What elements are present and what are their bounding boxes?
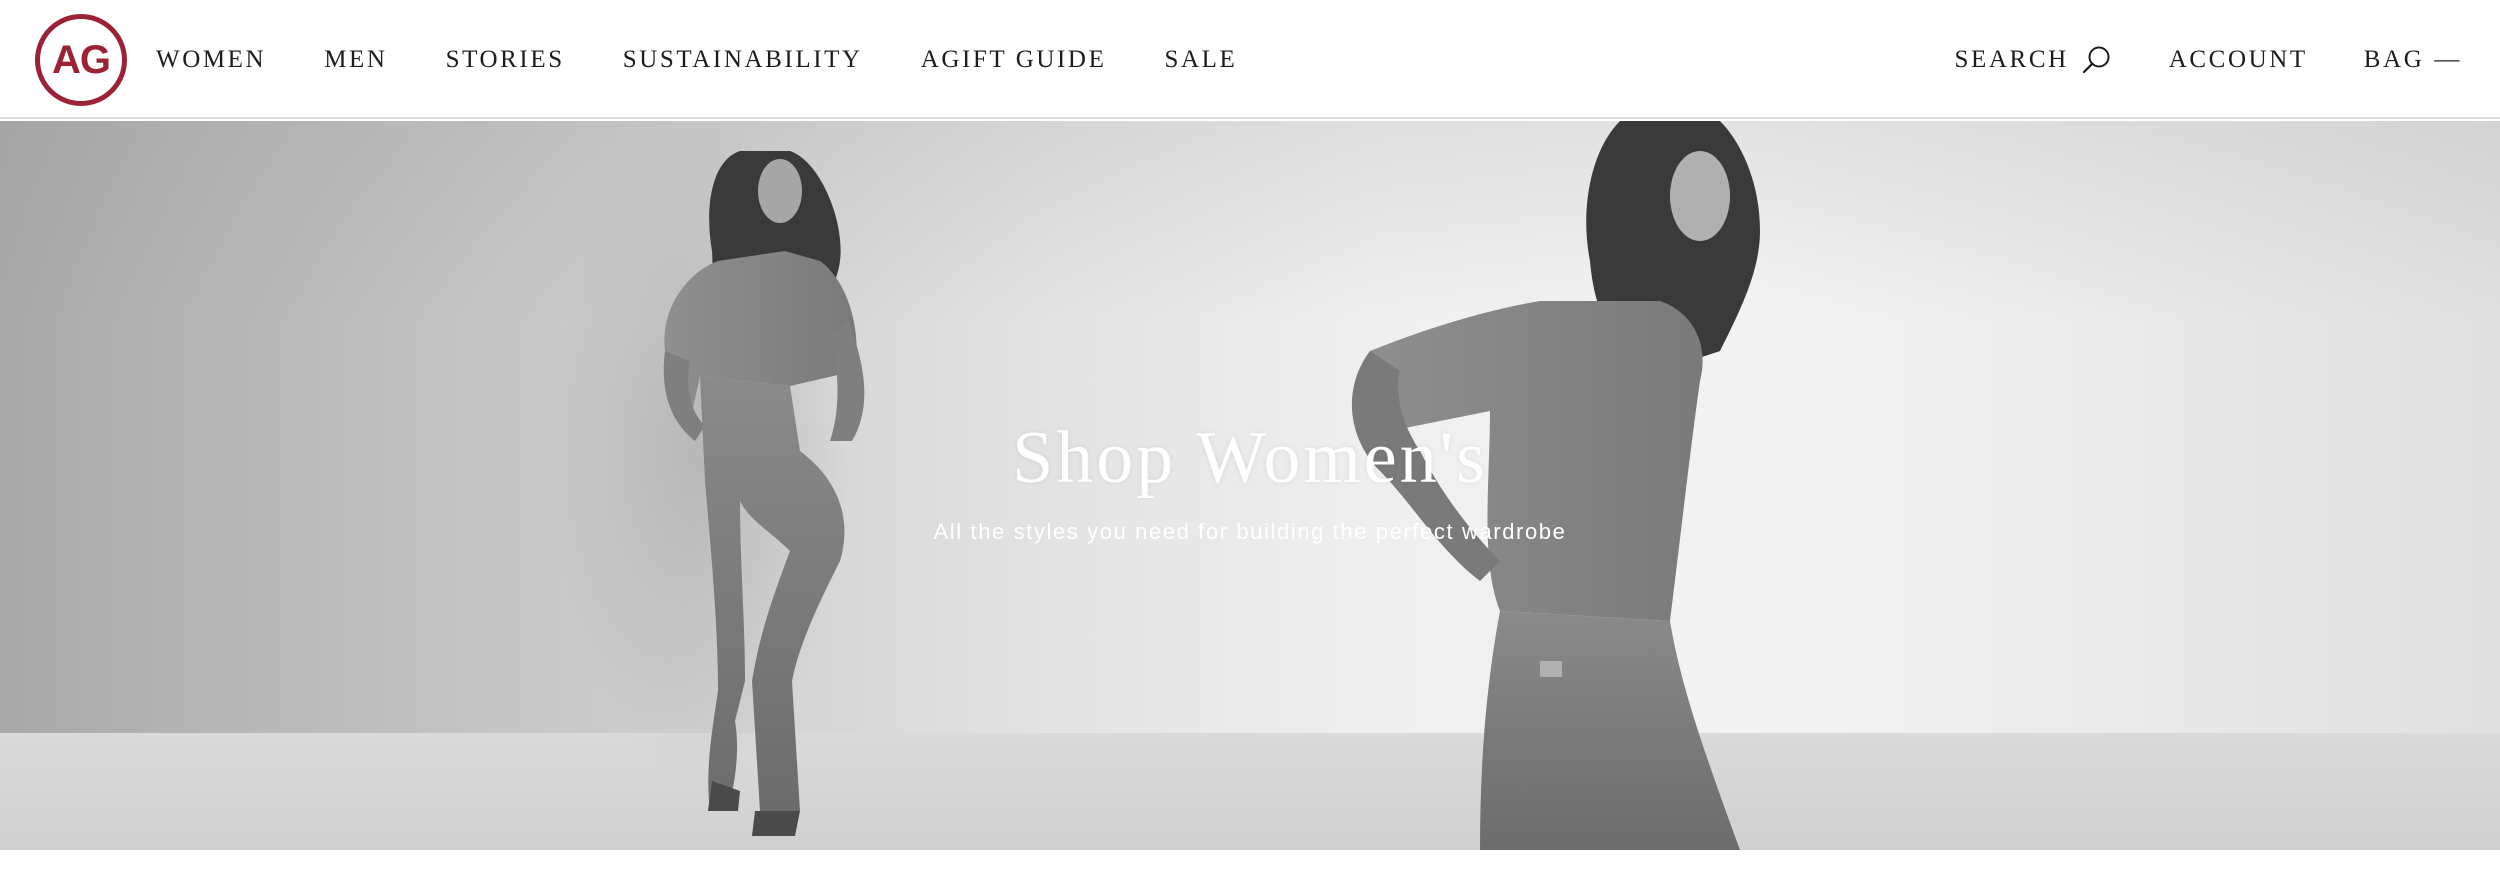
search-label: SEARCH <box>1954 45 2069 73</box>
logo-text: AG <box>52 38 111 82</box>
site-header: AG WOMEN MEN STORIES SUSTAINABILITY AGIF… <box>0 0 2500 119</box>
nav-item-sustainability[interactable]: SUSTAINABILITY <box>623 46 863 74</box>
nav-item-men[interactable]: MEN <box>324 46 387 74</box>
bag-count: — <box>2434 45 2462 73</box>
hero-banner[interactable]: Shop Women's All the styles you need for… <box>0 121 2500 850</box>
nav-item-stories[interactable]: STORIES <box>446 46 565 74</box>
hero-subtitle: All the styles you need for building the… <box>933 519 1567 544</box>
search-icon <box>2081 44 2113 76</box>
nav-item-agift-guide[interactable]: AGIFT GUIDE <box>921 46 1107 74</box>
nav-item-women[interactable]: WOMEN <box>156 46 266 74</box>
page-below-hero <box>0 850 2500 893</box>
utility-nav: SEARCH ACCOUNT BAG — <box>1955 0 2462 119</box>
search-button[interactable]: SEARCH <box>1955 44 2113 76</box>
bag-button[interactable]: BAG — <box>2364 46 2462 74</box>
nav-item-sale[interactable]: SALE <box>1164 46 1237 74</box>
ag-logo[interactable]: AG <box>35 14 127 106</box>
hero-title: Shop Women's <box>1012 417 1488 499</box>
bag-label: BAG <box>2363 45 2425 73</box>
main-nav: WOMEN MEN STORIES SUSTAINABILITY AGIFT G… <box>156 0 1237 119</box>
account-link[interactable]: ACCOUNT <box>2169 46 2308 74</box>
